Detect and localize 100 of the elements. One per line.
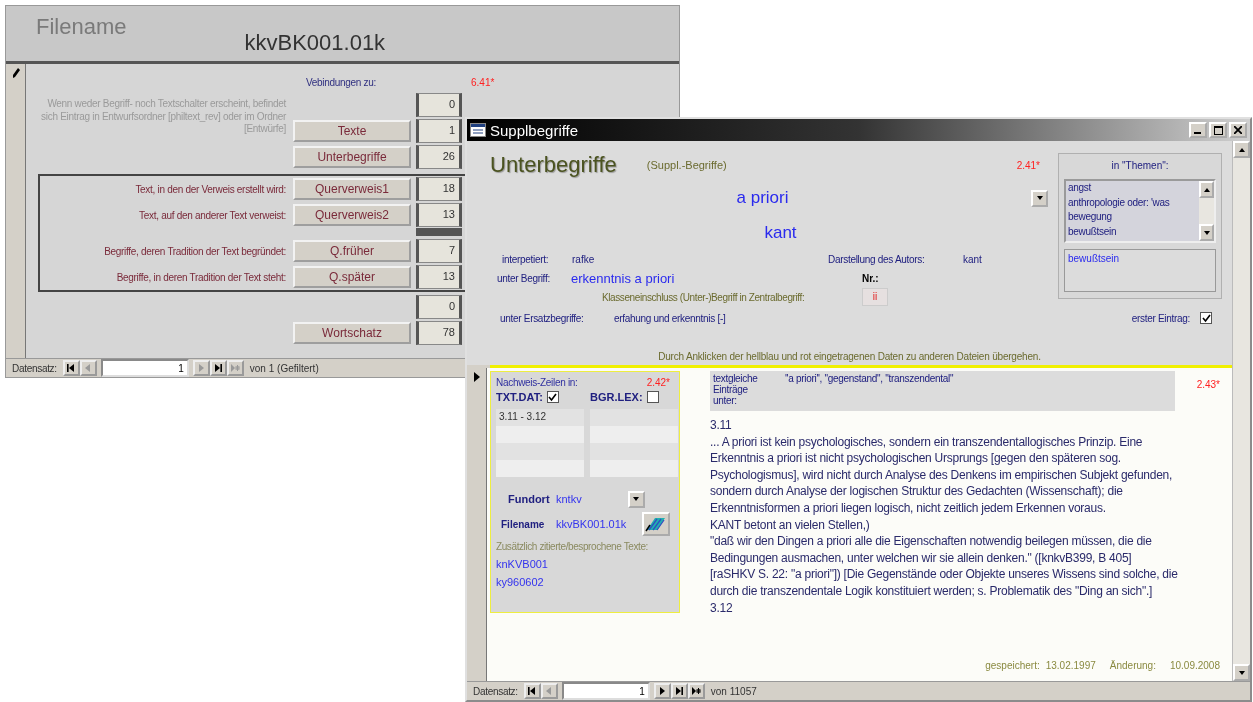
row-label: Begriffe, deren Tradition der Text begründet:	[103, 245, 286, 257]
equal-entries-label: textgleiche Einträge unter:	[713, 373, 759, 408]
up-arrow-icon	[1202, 186, 1211, 193]
count-field: 7	[416, 239, 462, 263]
list-item[interactable]: bewegung	[1068, 211, 1197, 226]
first-record-button[interactable]	[523, 683, 541, 699]
text-paragraph: "daß wir den Dingen a priori alle die Eigenschaften notwendig beilegen müssen, die die Bedingungen ausmachen, unter welchen wir sie allein denken." ([knkvB399, B 405] [raSHKV S. 22: "a priori"]) [Die Gegenstände oder Objekte unseres Wissens sind solche, die durch die transzendentale Logik konstituiert werden; s. Problematik des "Ding an sich".]	[710, 533, 1178, 600]
field-value: kntkv	[556, 493, 582, 505]
filename-value: kkvBK001.01k	[244, 30, 386, 56]
record-number-field[interactable]: 1	[561, 682, 650, 700]
close-button[interactable]	[1229, 122, 1247, 138]
class-field: ii	[862, 288, 888, 306]
row-label: Begriffe, in deren Tradition der Text steht:	[115, 271, 286, 283]
form-subheading: (Suppl.-Begriffe)	[646, 159, 727, 171]
next-record-button[interactable]	[653, 683, 671, 699]
link-button[interactable]: Q.früher	[293, 240, 411, 262]
record-count: von 11057	[710, 685, 757, 697]
connections-label: Vebindungen zu:	[306, 76, 376, 88]
link-button[interactable]: Querverweis1	[293, 178, 411, 200]
form-heading: Unterbegriffe	[490, 152, 617, 178]
field-value: rafke	[572, 253, 595, 265]
saved-date: 13.02.1997	[1045, 660, 1096, 671]
scroll-up-button[interactable]	[1233, 141, 1250, 158]
record-number-field[interactable]: 1	[100, 359, 189, 377]
first-record-icon	[527, 686, 538, 696]
field-value: kkvBK001.01k	[556, 518, 627, 530]
field-label: Filename	[501, 518, 545, 530]
list-item[interactable]: bewußtsein	[1068, 225, 1197, 240]
field-label: Darstellung des Autors:	[828, 253, 925, 265]
cited-label: Zusätzlich zitierte/besprochene Texte:	[496, 541, 649, 552]
scroll-up-button[interactable]	[1199, 181, 1214, 198]
line-cell: 3.11 - 3.12	[496, 409, 584, 426]
text-paragraph: KANT betont an vielen Stellen,)	[710, 516, 871, 534]
equal-entries-value: ''a priori'', "gegenstand", "transzendental"	[785, 373, 954, 386]
row-label: Text, in den der Verweis erstellt wird:	[134, 183, 286, 195]
scroll-down-button[interactable]	[1233, 664, 1250, 681]
dropdown-icon	[632, 496, 641, 502]
first-record-button[interactable]	[62, 360, 80, 376]
first-entry-checkbox[interactable]	[1200, 312, 1212, 324]
filename-heading: Filename	[36, 14, 127, 40]
count-field: 78	[416, 321, 462, 345]
list-item[interactable]: angst	[1068, 182, 1197, 197]
field-value: erkenntnis a priori	[571, 270, 675, 286]
evidence-label: Nachweis-Zeilen in:	[496, 376, 578, 388]
row-label: Text, auf den anderer Text verweist:	[138, 209, 286, 221]
count-field: 26	[416, 145, 462, 169]
field-label: unter Ersatzbegriffe:	[500, 312, 584, 324]
maximize-icon	[1213, 125, 1223, 135]
scroll-down-button[interactable]	[1199, 224, 1214, 241]
source-checkbox[interactable]	[546, 391, 559, 403]
text-paragraph: 3.12	[710, 599, 734, 617]
record-label: Datensatz:	[12, 362, 57, 374]
field-label: interpetiert:	[502, 253, 549, 265]
up-arrow-icon	[1237, 146, 1246, 153]
location-dropdown[interactable]	[627, 490, 645, 508]
version-label: 2.43*	[1196, 379, 1220, 390]
list-item[interactable]: anthropologie oder: 'was	[1068, 196, 1197, 211]
theme-value-field[interactable]: bewußtsein	[1064, 249, 1216, 292]
themes-list[interactable]: angst anthropologie oder: 'was bewegung bewußtsein	[1064, 179, 1216, 243]
link-button[interactable]: Querverweis2	[293, 204, 411, 226]
count-field: 0	[416, 93, 462, 117]
link-button[interactable]: Wortschatz	[293, 322, 411, 344]
source-checkbox[interactable]	[646, 391, 659, 403]
current-record-icon	[473, 372, 480, 382]
field-label: Fundort	[508, 493, 550, 505]
pen-icon	[645, 516, 667, 532]
vertical-scrollbar[interactable]	[1232, 141, 1250, 681]
last-record-icon	[674, 686, 685, 696]
count-field: 13	[416, 203, 462, 227]
text-paragraph: ... A priori ist kein psychologisches, sondern ein transzendentallogisches Prinzip. Eine Erkenntnis a priori ist nicht psychologischen Ursprungs [gegen den späteren sog. Psychologismus], wird nicht durch Analyse des Denkens im empirischen Subjekt gefunden, sondern durch Analyse der logischen Struktur des Gedachten (Wissenschaft); die Erkenntnisformen a priori liegen logisch, nicht zeitlich jedem Erkennen voraus.	[710, 433, 1174, 517]
down-arrow-icon	[1202, 229, 1211, 236]
author-value: kant	[764, 223, 797, 243]
record-label: Datensatz:	[473, 685, 518, 697]
form-icon	[470, 123, 486, 137]
source-label: BGR.LEX:	[590, 391, 643, 403]
count-field: 1	[416, 119, 462, 143]
term-value: a priori	[736, 188, 789, 208]
link-button[interactable]: Unterbegriffe	[293, 146, 411, 168]
version-label: 2.42*	[646, 376, 670, 388]
pencil-icon	[11, 68, 20, 79]
minimize-button[interactable]	[1189, 122, 1207, 138]
divider-bar	[416, 228, 462, 236]
open-file-button[interactable]	[642, 512, 670, 536]
check-icon	[1201, 313, 1211, 323]
maximize-button[interactable]	[1209, 122, 1227, 138]
themes-label: in "Themen":	[1111, 160, 1169, 171]
field-value: erfahung und erkenntnis [-]	[614, 312, 726, 324]
record-count: von 1 (Gefiltert)	[249, 362, 319, 374]
text-paragraph: 3.11	[710, 417, 733, 434]
dropdown-icon	[1035, 195, 1044, 201]
hint-text: Durch Anklicken der hellblau und rot eingetragenen Daten zu anderen Dateien übergehen.	[657, 351, 1042, 364]
link-button[interactable]: Texte	[293, 120, 411, 142]
last-record-icon	[213, 363, 224, 373]
close-icon	[1234, 126, 1242, 134]
version-label: 2.41*	[1016, 159, 1040, 171]
term-dropdown[interactable]	[1031, 189, 1048, 207]
field-label: unter Begriff:	[497, 272, 550, 284]
down-arrow-icon	[1237, 669, 1246, 676]
link-button[interactable]: Q.später	[293, 266, 411, 288]
new-record-icon	[230, 363, 241, 373]
